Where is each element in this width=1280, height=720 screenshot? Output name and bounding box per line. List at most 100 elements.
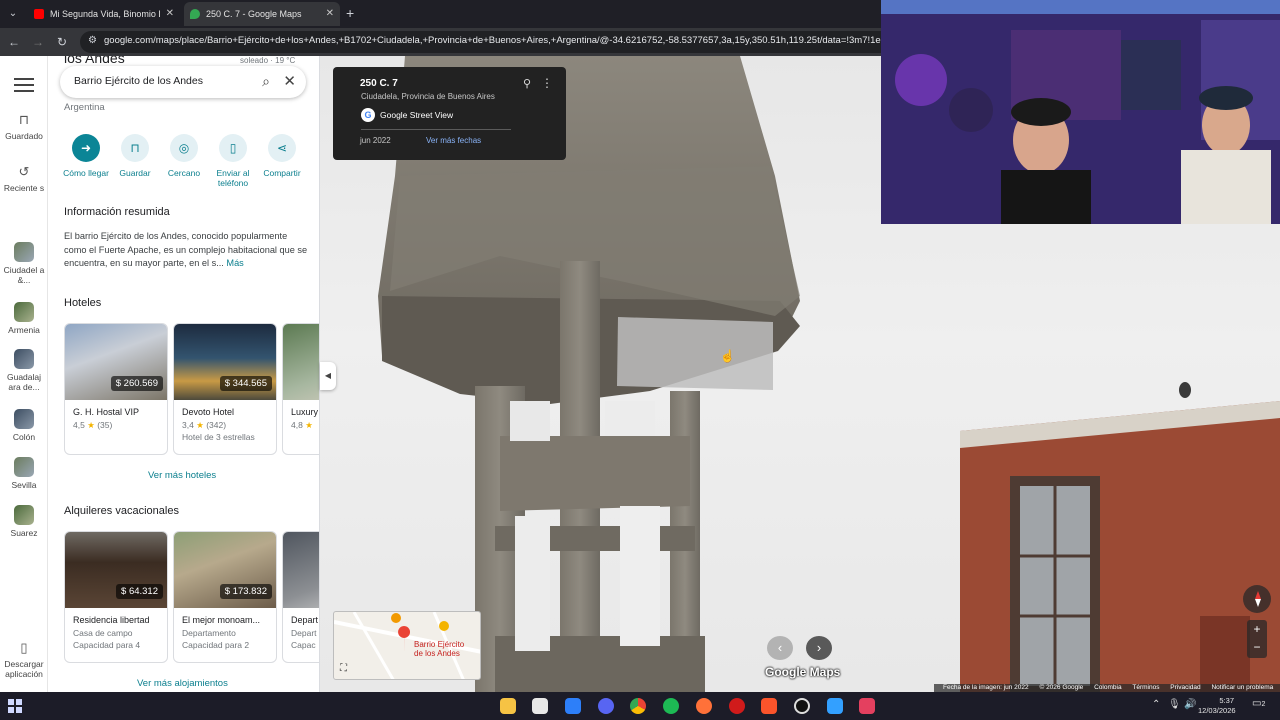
- place-thumbnail: [14, 302, 34, 322]
- notifications-icon[interactable]: ▭2: [1252, 698, 1265, 709]
- windows-start-icon[interactable]: [8, 699, 22, 713]
- rail-recent[interactable]: ↺ Reciente s: [2, 164, 46, 193]
- rental-name: El mejor monoam...: [182, 615, 261, 625]
- google-maps-logo: Google Maps: [765, 665, 841, 679]
- file-explorer-icon[interactable]: [500, 698, 516, 714]
- new-tab-button[interactable]: +: [346, 4, 354, 22]
- microphone-icon[interactable]: 🎙: [1168, 699, 1181, 710]
- hotel-rating: 4,8 ★: [291, 420, 313, 430]
- rail-recent-place[interactable]: Sevilla: [2, 457, 46, 490]
- more-options-icon[interactable]: ⋮: [541, 76, 553, 90]
- sv-address: 250 C. 7: [360, 78, 398, 89]
- summary-body: El barrio Ejército de los Andes, conocid…: [64, 231, 308, 269]
- more-hotels-link[interactable]: Ver más hoteles: [148, 470, 216, 481]
- zoom-out-button[interactable]: −: [1247, 638, 1267, 656]
- rail-label: Sevilla: [11, 480, 37, 490]
- maps-app-icon[interactable]: [827, 698, 843, 714]
- rail-label: Armenia: [8, 325, 40, 335]
- mini-map[interactable]: Barrio Ejército de los Andes ⛶: [333, 611, 481, 680]
- rail-download-app[interactable]: ▯ Descargar aplicación: [2, 640, 46, 679]
- expand-icon[interactable]: ⛶: [340, 663, 352, 675]
- instagram-icon[interactable]: [859, 698, 875, 714]
- rental-card[interactable]: Depart Depart Capac: [282, 531, 319, 663]
- rental-card[interactable]: $ 173.832 El mejor monoam... Departament…: [173, 531, 277, 663]
- tab-youtube[interactable]: Mi Segunda Vida, Binomio De Oro ✕: [28, 2, 180, 26]
- sv-source-label: Google Street View: [380, 110, 454, 120]
- discord-icon[interactable]: [598, 698, 614, 714]
- place-thumbnail: [14, 349, 34, 369]
- firefox-icon[interactable]: [696, 698, 712, 714]
- rental-capacity: Capacidad para 2: [182, 640, 250, 650]
- place-title: los Andes: [64, 56, 125, 66]
- zoom-control[interactable]: + −: [1247, 620, 1267, 658]
- next-image-button[interactable]: ›: [806, 636, 832, 660]
- rental-type: Depart: [291, 628, 317, 638]
- notification-count: 2: [1261, 701, 1266, 708]
- clock[interactable]: 5:37 12/03/2026: [1198, 696, 1236, 716]
- rental-cards: $ 64.312 Residencia libertad Casa de cam…: [64, 531, 319, 663]
- rail-recent-place[interactable]: Armenia: [2, 302, 46, 335]
- back-icon[interactable]: ←: [6, 34, 22, 50]
- more-dates-link[interactable]: Ver más fechas: [426, 136, 481, 145]
- rental-type: Casa de campo: [73, 628, 133, 638]
- webcam-feed: [881, 0, 1280, 224]
- rail-saved[interactable]: ⊓ Guardado: [2, 112, 46, 141]
- close-tab-icon[interactable]: ✕: [166, 2, 174, 26]
- location-pin-icon[interactable]: ⚲: [523, 77, 531, 90]
- obs-icon[interactable]: [794, 698, 810, 714]
- rail-label: Guadalaj ara de...: [6, 372, 42, 392]
- close-tab-icon[interactable]: ✕: [326, 2, 334, 26]
- rail-label: Ciudadel a &...: [3, 265, 45, 285]
- collapse-panel-button[interactable]: ◀: [320, 362, 336, 390]
- more-lodging-link[interactable]: Ver más alojamientos: [137, 678, 228, 689]
- footer-terms[interactable]: Términos: [1132, 684, 1159, 691]
- calculator-icon[interactable]: [532, 698, 548, 714]
- rail-label: Reciente s: [3, 183, 45, 193]
- compass-control[interactable]: [1243, 585, 1271, 613]
- rental-type: Departamento: [182, 628, 236, 638]
- spotify-icon[interactable]: [663, 698, 679, 714]
- star-icon: ★: [305, 420, 313, 430]
- volume-icon[interactable]: 🔊: [1184, 699, 1196, 710]
- youtube-icon: [34, 9, 44, 19]
- rental-card[interactable]: $ 64.312 Residencia libertad Casa de cam…: [64, 531, 168, 663]
- webcam-overlay: [881, 0, 1280, 224]
- action-label: Compartir: [263, 168, 301, 178]
- close-icon[interactable]: ✕: [283, 72, 296, 90]
- footer-country[interactable]: Colombia: [1094, 684, 1121, 691]
- hotels-heading: Hoteles: [64, 297, 102, 309]
- search-icon[interactable]: ⌕: [262, 73, 270, 90]
- rail-recent-place[interactable]: Guadalaj ara de...: [2, 349, 46, 392]
- google-logo-icon: G: [361, 108, 375, 122]
- divider: [361, 129, 511, 130]
- summary-more-link[interactable]: Más: [226, 258, 243, 268]
- search-box[interactable]: Barrio Ejército de los Andes ⌕ ✕: [60, 66, 306, 98]
- footer-report[interactable]: Notificar un problema: [1211, 684, 1273, 691]
- hotel-name: G. H. Hostal VIP: [73, 407, 140, 417]
- site-info-icon[interactable]: ⚙: [88, 35, 100, 47]
- hotel-card[interactable]: Luxury 4,8 ★: [282, 323, 319, 455]
- outlook-icon[interactable]: [565, 698, 581, 714]
- opera-icon[interactable]: [729, 698, 745, 714]
- search-input[interactable]: Barrio Ejército de los Andes: [74, 75, 203, 87]
- footer-privacy[interactable]: Privacidad: [1170, 684, 1200, 691]
- share-button[interactable]: ⋖ Compartir: [252, 134, 312, 178]
- menu-icon[interactable]: [14, 78, 34, 92]
- rental-name: Depart: [291, 615, 319, 625]
- zoom-in-button[interactable]: +: [1247, 620, 1267, 638]
- forward-icon[interactable]: →: [30, 34, 46, 50]
- chrome-icon[interactable]: [630, 698, 646, 714]
- reload-icon[interactable]: ↻: [54, 34, 70, 50]
- rail-recent-place[interactable]: Ciudadel a &...: [2, 242, 46, 285]
- hand-cursor-icon: ☝: [720, 349, 735, 363]
- map-footer: Fecha de la imagen: jun 2022 © 2026 Goog…: [934, 684, 1280, 692]
- rail-recent-place[interactable]: Suarez: [2, 505, 46, 538]
- brave-icon[interactable]: [761, 698, 777, 714]
- previous-image-button[interactable]: ‹: [767, 636, 793, 660]
- rail-recent-place[interactable]: Colón: [2, 409, 46, 442]
- hotel-card[interactable]: $ 344.565 Devoto Hotel 3,4 ★ (342) Hotel…: [173, 323, 277, 455]
- hotel-card[interactable]: $ 260.569 G. H. Hostal VIP 4,5 ★ (35): [64, 323, 168, 455]
- tab-search-icon[interactable]: ⌄: [4, 5, 22, 23]
- tray-expand-icon[interactable]: ⌃: [1152, 699, 1160, 710]
- tab-google-maps[interactable]: 250 C. 7 - Google Maps ✕: [184, 2, 340, 26]
